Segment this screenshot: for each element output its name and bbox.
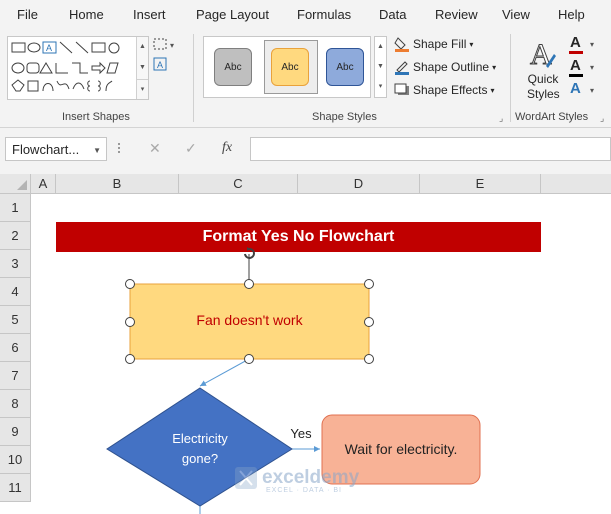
menu-home[interactable]: Home — [69, 7, 104, 22]
chevron-down-icon[interactable]: ▼ — [93, 146, 101, 155]
decision-text-line1: Electricity — [172, 431, 228, 446]
shape-outline-label: Shape Outline — [413, 60, 490, 74]
enter-icon[interactable]: ✓ — [185, 140, 197, 157]
shape-outline-button[interactable]: Shape Outline ▾ — [394, 59, 496, 75]
text-fill-color-bar — [569, 51, 583, 54]
pencil-icon — [394, 59, 410, 75]
style-swatch-orange[interactable]: Abc — [271, 48, 309, 86]
shapes-icon: A — [11, 41, 120, 92]
chevron-down-icon: ▾ — [469, 39, 474, 49]
worksheet-grid[interactable]: A B C D E 1 2 3 4 5 6 7 8 9 10 11 Format… — [0, 174, 611, 514]
more-icon[interactable]: ▾ — [375, 77, 386, 97]
dialog-launcher-icon[interactable]: ⌟ — [499, 113, 503, 124]
name-box[interactable]: Flowchart... ▼ — [5, 137, 107, 161]
connector-arrow[interactable] — [199, 358, 250, 387]
wordart-styles-label: WordArt Styles — [515, 111, 589, 123]
process-text: Fan doesn't work — [196, 312, 303, 328]
formula-input[interactable] — [250, 137, 611, 161]
insert-function-icon[interactable]: fx — [222, 140, 232, 156]
ribbon: A ▲ ▼ ▾ ▾ A Insert Shapes Abc Abc Abc ▲ … — [0, 30, 611, 128]
svg-text:▾: ▾ — [170, 41, 174, 50]
watermark-name: exceldemy — [262, 467, 360, 488]
chevron-down-icon[interactable]: ▾ — [590, 86, 594, 95]
name-box-value: Flowchart... — [12, 142, 80, 157]
shape-styles-gallery[interactable]: Abc Abc Abc — [203, 36, 371, 98]
insert-shapes-label: Insert Shapes — [62, 111, 130, 123]
menu-bar: File Home Insert Page Layout Formulas Da… — [0, 0, 611, 30]
gallery-down-button[interactable]: ▼ — [136, 58, 148, 79]
watermark-tagline: EXCEL · DATA · BI — [266, 487, 342, 494]
menu-data[interactable]: Data — [379, 7, 406, 22]
resize-handle[interactable] — [364, 279, 374, 289]
wait-text: Wait for electricity. — [344, 441, 458, 457]
menu-page-layout[interactable]: Page Layout — [196, 7, 269, 22]
dialog-launcher-icon[interactable]: ⌟ — [600, 113, 604, 124]
flowchart-canvas — [106, 247, 481, 514]
resize-handle[interactable] — [244, 279, 254, 289]
chevron-down-icon[interactable]: ▼ — [375, 57, 386, 77]
chevron-down-icon: ▾ — [490, 85, 495, 95]
decision-text-line2: gone? — [181, 451, 219, 466]
style-swatch-gray[interactable]: Abc — [214, 48, 252, 86]
text-effects-icon[interactable]: A — [570, 80, 581, 97]
shape-effects-button[interactable]: Shape Effects ▾ — [394, 82, 495, 98]
quick-styles-label: Quick Styles — [527, 72, 560, 101]
svg-text:A: A — [157, 60, 163, 70]
shape-fill-label: Shape Fill — [413, 37, 467, 51]
menu-help[interactable]: Help — [558, 7, 585, 22]
gallery-up-button[interactable]: ▲ — [136, 37, 148, 58]
exceldemy-logo-icon — [235, 467, 257, 489]
resize-handle[interactable] — [364, 354, 374, 364]
chevron-up-icon[interactable]: ▲ — [375, 37, 386, 57]
shapes-gallery[interactable]: A ▲ ▼ ▾ — [7, 36, 149, 100]
shape-styles-label: Shape Styles — [312, 111, 377, 123]
menu-review[interactable]: Review — [435, 7, 478, 22]
wordart-icon: A — [530, 38, 556, 72]
resize-handle[interactable] — [125, 279, 135, 289]
chevron-down-icon: ▾ — [492, 62, 497, 72]
gallery-more-button[interactable]: ▾ — [136, 79, 148, 99]
text-fill-icon[interactable]: A — [570, 34, 581, 51]
drag-handle[interactable] — [118, 143, 122, 155]
chevron-down-icon[interactable]: ▾ — [590, 63, 594, 72]
menu-view[interactable]: View — [502, 7, 530, 22]
menu-insert[interactable]: Insert — [133, 7, 166, 22]
paint-bucket-icon — [394, 36, 410, 52]
menu-formulas[interactable]: Formulas — [297, 7, 351, 22]
chevron-down-icon[interactable]: ▾ — [590, 40, 594, 49]
svg-text:A: A — [46, 43, 52, 53]
formula-bar: Flowchart... ▼ ✕ ✓ fx — [0, 128, 611, 174]
menu-file[interactable]: File — [17, 7, 38, 22]
resize-handle[interactable] — [244, 354, 254, 364]
shape-fill-button[interactable]: Shape Fill ▾ — [394, 36, 473, 52]
quick-styles-button[interactable]: A Quick Styles — [518, 34, 568, 106]
yes-label: Yes — [290, 426, 312, 441]
text-outline-color-bar — [569, 74, 583, 77]
group-divider — [510, 34, 511, 122]
style-swatch-blue[interactable]: Abc — [326, 48, 364, 86]
group-divider — [193, 34, 194, 122]
cancel-icon[interactable]: ✕ — [149, 140, 161, 157]
edit-shape-icons[interactable]: ▾ A — [152, 36, 182, 80]
styles-gallery-scroll[interactable]: ▲ ▼ ▾ — [374, 36, 387, 98]
resize-handle[interactable] — [125, 354, 135, 364]
text-outline-icon[interactable]: A — [570, 57, 581, 74]
shape-effects-label: Shape Effects — [413, 83, 488, 97]
shape-effects-icon — [394, 82, 410, 98]
